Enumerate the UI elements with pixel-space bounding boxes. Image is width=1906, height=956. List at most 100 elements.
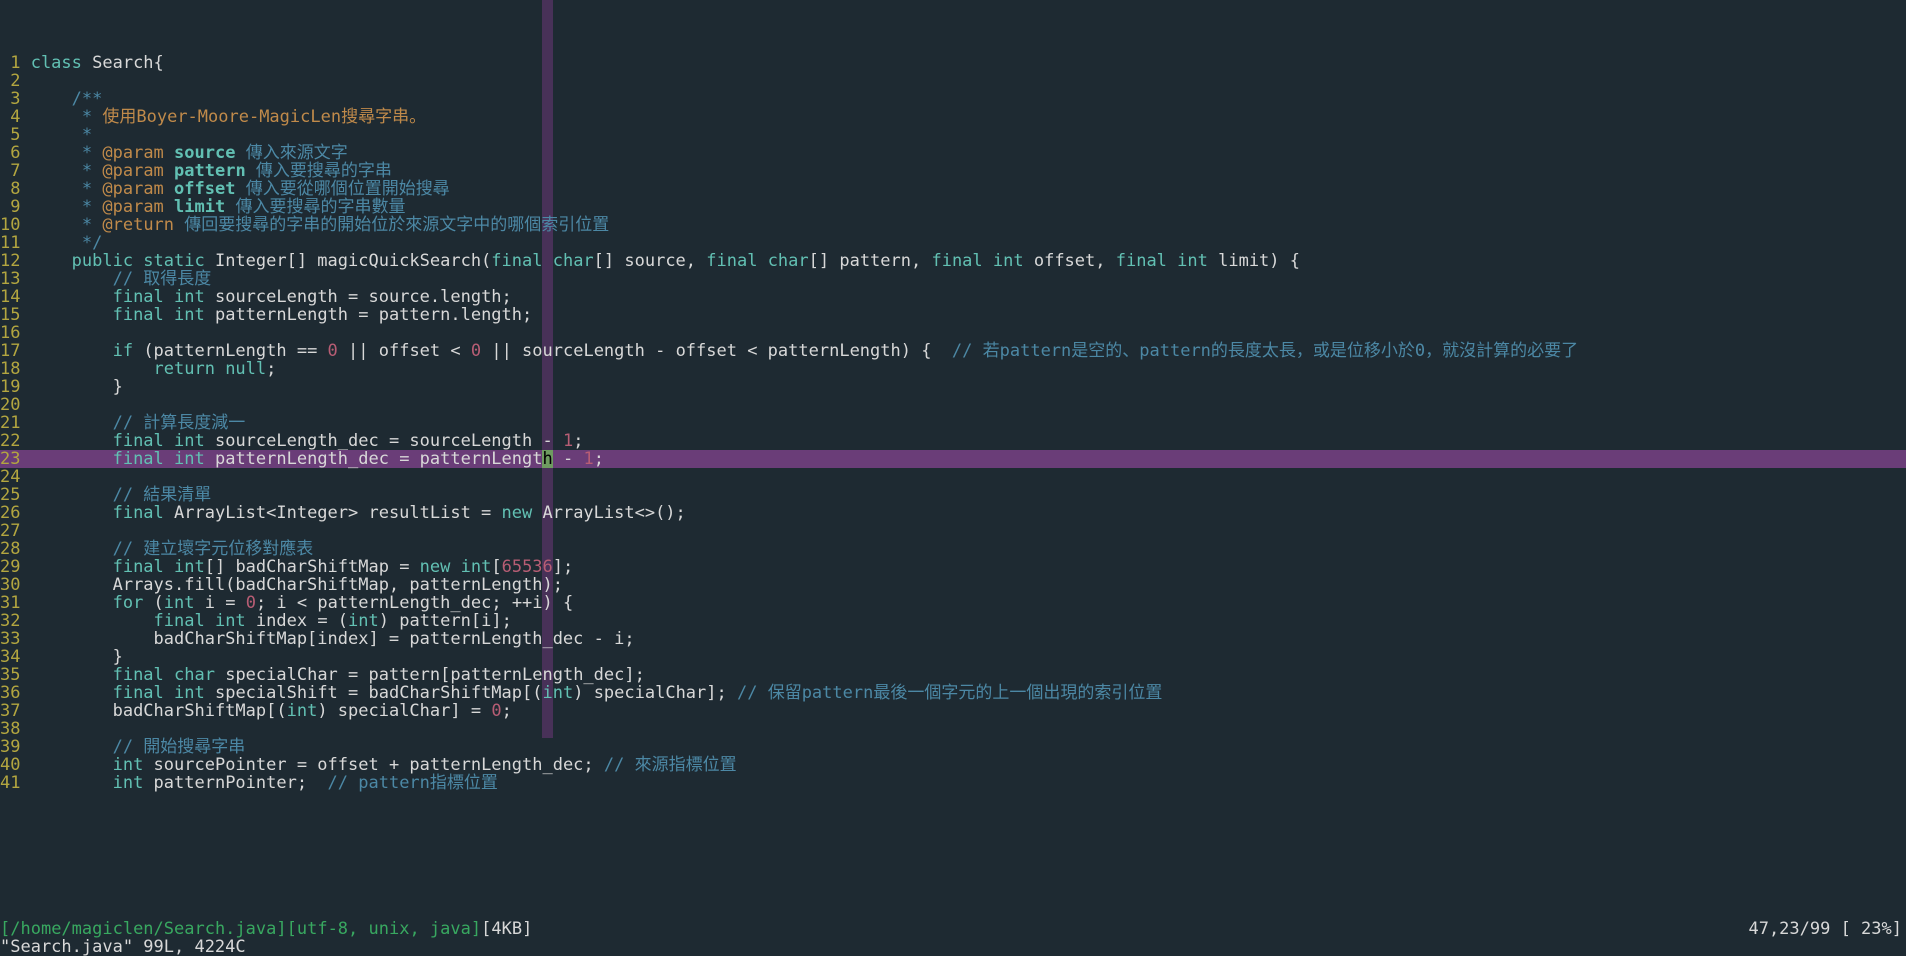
code-line[interactable]: 26 final ArrayList<Integer> resultList =… [0, 504, 1906, 522]
code-line[interactable]: 21 // 計算長度減一 [0, 414, 1906, 432]
code-text[interactable]: * 使用Boyer-Moore-MagicLen搜尋字串。 [31, 107, 426, 127]
code-line[interactable]: 28 // 建立壞字元位移對應表 [0, 540, 1906, 558]
code-line[interactable]: 31 for (int i = 0; i < patternLength_dec… [0, 594, 1906, 612]
code-text[interactable]: // 建立壞字元位移對應表 [31, 539, 314, 559]
code-text[interactable]: final int specialShift = badCharShiftMap… [31, 683, 1163, 703]
line-number: 15 [0, 306, 20, 324]
code-text[interactable]: public static Integer[] magicQuickSearch… [31, 251, 1300, 271]
code-line[interactable]: 1 class Search{ [0, 54, 1906, 72]
line-number: 10 [0, 216, 20, 234]
code-text[interactable]: for (int i = 0; i < patternLength_dec; +… [31, 593, 574, 613]
code-line[interactable]: 29 final int[] badCharShiftMap = new int… [0, 558, 1906, 576]
code-text[interactable]: // 取得長度 [31, 269, 212, 289]
code-text[interactable]: int patternPointer; // pattern指標位置 [31, 773, 498, 793]
line-number: 7 [0, 162, 20, 180]
code-line[interactable]: 36 final int specialShift = badCharShift… [0, 684, 1906, 702]
line-number: 31 [0, 594, 20, 612]
code-editor[interactable]: 1 class Search{ 23 /**4 * 使用Boyer-Moore-Ma… [0, 0, 1906, 956]
code-lines-container[interactable]: 1 class Search{ 23 /**4 * 使用Boyer-Moore-Ma… [0, 54, 1906, 792]
line-number: 27 [0, 522, 20, 540]
line-number: 40 [0, 756, 20, 774]
code-line[interactable]: 4 * 使用Boyer-Moore-MagicLen搜尋字串。 [0, 108, 1906, 126]
code-text[interactable]: // 開始搜尋字串 [31, 737, 246, 757]
cmdline-message: "Search.java" 99L, 4224C [0, 937, 246, 956]
code-line[interactable]: 19 } [0, 378, 1906, 396]
code-line[interactable]: 25 // 結果清單 [0, 486, 1906, 504]
code-line[interactable]: 3 /** [0, 90, 1906, 108]
code-line[interactable]: 32 final int index = (int) pattern[i]; [0, 612, 1906, 630]
code-line[interactable]: 10 * @return 傳回要搜尋的字串的開始位於來源文字中的哪個索引位置 [0, 216, 1906, 234]
code-line[interactable]: 8 * @param offset 傳入要從哪個位置開始搜尋 [0, 180, 1906, 198]
code-text[interactable]: final int index = (int) pattern[i]; [31, 611, 512, 631]
code-line[interactable]: 9 * @param limit 傳入要搜尋的字串數量 [0, 198, 1906, 216]
code-line[interactable]: 13 // 取得長度 [0, 270, 1906, 288]
line-number: 34 [0, 648, 20, 666]
line-number: 3 [0, 90, 20, 108]
code-text[interactable]: badCharShiftMap[(int) specialChar] = 0; [31, 701, 512, 721]
code-line[interactable]: 41 int patternPointer; // pattern指標位置 [0, 774, 1906, 792]
code-text[interactable]: // 結果清單 [31, 485, 212, 505]
code-line[interactable]: 12 public static Integer[] magicQuickSea… [0, 252, 1906, 270]
line-number: 26 [0, 504, 20, 522]
code-line[interactable]: 5 * [0, 126, 1906, 144]
code-text[interactable]: class Search{ [31, 53, 164, 73]
code-line[interactable]: 20 [0, 396, 1906, 414]
line-number: 33 [0, 630, 20, 648]
code-text[interactable]: final int[] badCharShiftMap = new int[65… [31, 557, 574, 577]
code-text[interactable]: final int sourceLength_dec = sourceLengt… [31, 431, 584, 451]
line-number: 38 [0, 720, 20, 738]
line-number: 6 [0, 144, 20, 162]
code-text[interactable]: } [31, 377, 123, 397]
line-number: 37 [0, 702, 20, 720]
code-text[interactable]: * @return 傳回要搜尋的字串的開始位於來源文字中的哪個索引位置 [31, 215, 610, 235]
code-line[interactable]: 18 return null; [0, 360, 1906, 378]
code-text[interactable]: final int patternLength = pattern.length… [31, 305, 533, 325]
code-text[interactable]: final char specialChar = pattern[pattern… [31, 665, 645, 685]
code-text[interactable]: } [31, 647, 123, 667]
code-text[interactable]: * @param limit 傳入要搜尋的字串數量 [31, 197, 406, 217]
code-line[interactable]: 6 * @param source 傳入來源文字 [0, 144, 1906, 162]
line-number: 17 [0, 342, 20, 360]
line-number: 39 [0, 738, 20, 756]
code-line[interactable]: 33 badCharShiftMap[index] = patternLengt… [0, 630, 1906, 648]
code-line[interactable]: 27 [0, 522, 1906, 540]
code-line[interactable]: 11 */ [0, 234, 1906, 252]
code-text[interactable]: final int patternLength_dec = patternLen… [31, 449, 604, 469]
line-number: 35 [0, 666, 20, 684]
code-text[interactable]: // 計算長度減一 [31, 413, 246, 433]
code-line[interactable]: 23 final int patternLength_dec = pattern… [0, 450, 1906, 468]
code-text[interactable]: if (patternLength == 0 || offset < 0 || … [31, 341, 1578, 361]
code-text[interactable]: * @param pattern 傳入要搜尋的字串 [31, 161, 392, 181]
code-text[interactable]: return null; [31, 359, 277, 379]
line-number: 1 [0, 54, 20, 72]
code-line[interactable]: 17 if (patternLength == 0 || offset < 0 … [0, 342, 1906, 360]
line-number: 30 [0, 576, 20, 594]
code-line[interactable]: 14 final int sourceLength = source.lengt… [0, 288, 1906, 306]
code-text[interactable]: Arrays.fill(badCharShiftMap, patternLeng… [31, 575, 563, 595]
line-number: 2 [0, 72, 20, 90]
code-text[interactable]: * @param source 傳入來源文字 [31, 143, 348, 163]
status-path: [/home/magiclen/Search.java] [0, 919, 287, 939]
code-text[interactable]: * [31, 125, 92, 145]
code-line[interactable]: 16 [0, 324, 1906, 342]
code-text[interactable]: */ [31, 233, 103, 253]
code-line[interactable]: 2 [0, 72, 1906, 90]
code-text[interactable]: int sourcePointer = offset + patternLeng… [31, 755, 737, 775]
code-line[interactable]: 22 final int sourceLength_dec = sourceLe… [0, 432, 1906, 450]
code-text[interactable]: * @param offset 傳入要從哪個位置開始搜尋 [31, 179, 450, 199]
code-line[interactable]: 34 } [0, 648, 1906, 666]
line-number: 25 [0, 486, 20, 504]
command-line[interactable]: "Search.java" 99L, 4224C [0, 938, 1906, 956]
code-line[interactable]: 7 * @param pattern 傳入要搜尋的字串 [0, 162, 1906, 180]
code-line[interactable]: 15 final int patternLength = pattern.len… [0, 306, 1906, 324]
code-text[interactable]: final int sourceLength = source.length; [31, 287, 512, 307]
code-line[interactable]: 39 // 開始搜尋字串 [0, 738, 1906, 756]
code-line[interactable]: 30 Arrays.fill(badCharShiftMap, patternL… [0, 576, 1906, 594]
code-line[interactable]: 35 final char specialChar = pattern[patt… [0, 666, 1906, 684]
code-line[interactable]: 37 badCharShiftMap[(int) specialChar] = … [0, 702, 1906, 720]
code-line[interactable]: 24 [0, 468, 1906, 486]
code-line[interactable]: 38 [0, 720, 1906, 738]
code-line[interactable]: 40 int sourcePointer = offset + patternL… [0, 756, 1906, 774]
code-text[interactable]: badCharShiftMap[index] = patternLength_d… [31, 629, 635, 649]
code-text[interactable]: final ArrayList<Integer> resultList = ne… [31, 503, 686, 523]
